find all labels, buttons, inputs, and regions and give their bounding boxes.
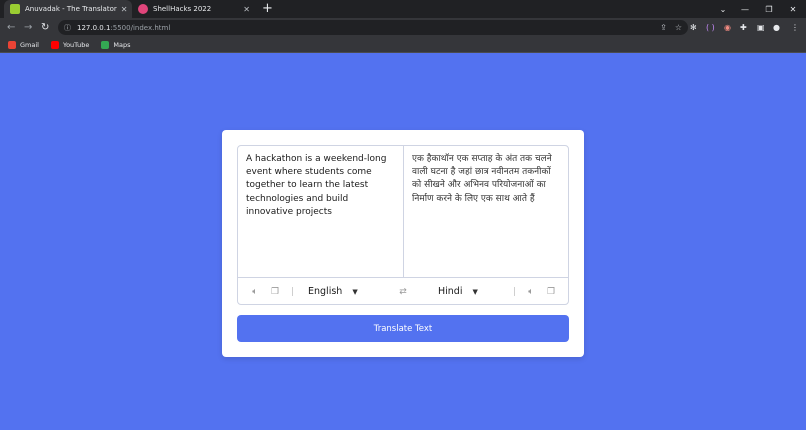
divider [514, 287, 515, 296]
bookmark-label: Gmail [20, 40, 39, 49]
close-window-icon[interactable]: ✕ [782, 0, 804, 18]
from-language-label: English [308, 286, 343, 297]
browser-toolbar: ← → ↻ ⓘ 127.0.0.1 :5500/index.html ⇪ ☆ ✻… [0, 18, 806, 37]
new-tab-button[interactable]: + [262, 1, 273, 17]
back-icon[interactable]: ← [7, 18, 15, 37]
bookmark-star-icon[interactable]: ☆ [675, 23, 682, 32]
tab-strip: Anuvadak - The Translator ✕ ShellHacks 2… [0, 0, 806, 18]
divider [292, 287, 293, 296]
to-language-label: Hindi [438, 286, 463, 297]
share-icon[interactable]: ⇪ [660, 23, 667, 32]
bookmark-youtube[interactable]: YouTube [50, 40, 90, 49]
translator-editor: A hackathon is a weekend-long event wher… [237, 145, 569, 305]
extension-circle-icon[interactable]: ◉ [724, 18, 731, 37]
shellhacks-favicon-icon [138, 4, 148, 14]
speaker-icon[interactable]: 🔈︎ [248, 278, 262, 305]
chevron-down-icon: ▼ [472, 287, 478, 296]
extension-brackets-icon[interactable]: ( ) [706, 18, 715, 37]
bookmark-maps[interactable]: Maps [101, 40, 131, 49]
tab-title: ShellHacks 2022 [153, 5, 212, 13]
site-info-icon[interactable]: ⓘ [64, 23, 71, 33]
translate-button[interactable]: Translate Text [237, 315, 569, 342]
exchange-icon[interactable]: ⇄ [396, 278, 410, 305]
copy-icon[interactable]: ❐ [268, 278, 282, 305]
reload-icon[interactable]: ↻ [41, 18, 49, 37]
url-path: :5500/index.html [110, 23, 171, 32]
profile-icon[interactable]: ● [773, 18, 780, 37]
to-language-select[interactable]: Hindi ▼ [438, 278, 478, 305]
side-panel-icon[interactable]: ▣ [757, 18, 765, 37]
translator-controls: 🔈︎ ❐ English ▼ ⇄ Hindi ▼ 🔈︎ ❐ [238, 277, 568, 304]
tab-title: Anuvadak - The Translator [25, 5, 117, 13]
tab-search-icon[interactable]: ⌄ [712, 0, 734, 18]
copy-icon[interactable]: ❐ [544, 278, 558, 305]
minimize-icon[interactable]: — [734, 0, 756, 18]
bookmarks-bar: Gmail YouTube Maps [0, 37, 806, 53]
speaker-icon[interactable]: 🔈︎ [524, 278, 538, 305]
restore-icon[interactable]: ❐ [758, 0, 780, 18]
close-icon[interactable]: ✕ [121, 5, 128, 14]
source-text-area[interactable]: A hackathon is a weekend-long event wher… [238, 146, 404, 277]
translator-card: A hackathon is a weekend-long event wher… [222, 130, 584, 357]
gmail-icon [8, 40, 16, 49]
extensions-puzzle-icon[interactable]: ✚ [740, 18, 747, 37]
youtube-icon [50, 40, 59, 49]
from-language-select[interactable]: English ▼ [308, 278, 358, 305]
chevron-down-icon: ▼ [352, 287, 358, 296]
translated-text-area[interactable]: एक हैकाथॉन एक सप्ताह के अंत तक चलने वाली… [404, 146, 568, 277]
translator-favicon-icon [10, 4, 20, 14]
url-host: 127.0.0.1 [77, 23, 111, 32]
menu-kebab-icon[interactable]: ⋮ [791, 18, 799, 37]
extension-gear-icon[interactable]: ✻ [690, 18, 697, 37]
bookmark-label: Maps [113, 40, 131, 49]
close-icon[interactable]: ✕ [243, 5, 250, 14]
tab-anuvadak[interactable]: Anuvadak - The Translator ✕ [4, 0, 132, 18]
forward-icon[interactable]: → [24, 18, 32, 37]
bookmark-label: YouTube [62, 40, 90, 49]
bookmark-gmail[interactable]: Gmail [8, 40, 39, 49]
address-bar[interactable]: ⓘ 127.0.0.1 :5500/index.html ⇪ ☆ [58, 20, 688, 35]
maps-icon [101, 40, 110, 49]
tab-shellhacks[interactable]: ShellHacks 2022 ✕ [132, 0, 256, 18]
